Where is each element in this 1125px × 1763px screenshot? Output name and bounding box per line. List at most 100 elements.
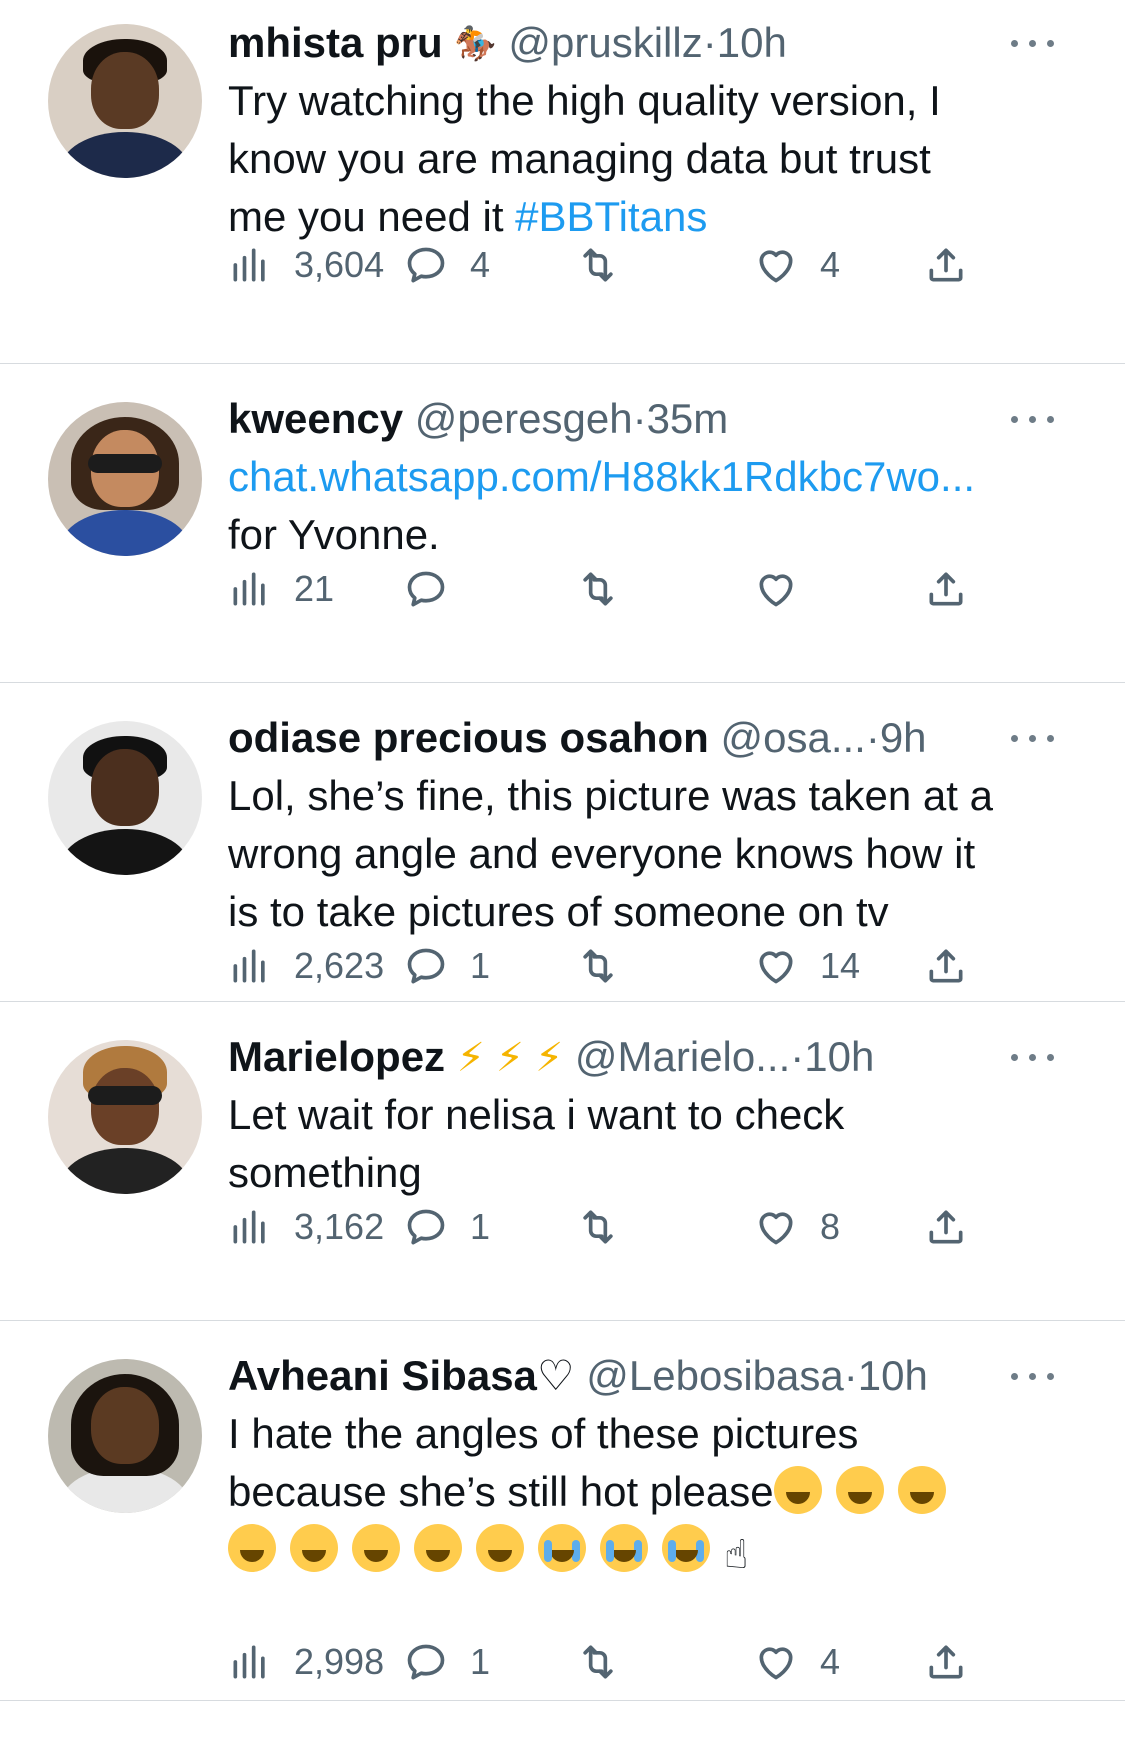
more-dots-icon[interactable] [1009,723,1057,753]
more-dots-icon[interactable] [1009,1361,1057,1391]
pointing-up-emoji: ☝ [724,1533,749,1577]
share-button[interactable] [924,1202,968,1252]
lightning-emoji: ⚡ ⚡ ⚡ [456,1036,564,1080]
more-dots-icon[interactable] [1009,28,1057,58]
like-count: 8 [820,1206,841,1247]
share-button[interactable] [924,941,968,991]
speech-bubble-icon [407,1209,445,1245]
share-button[interactable] [924,564,968,614]
tweet-text: I hate the angles of these pictures beca… [228,1405,1085,1584]
display-name[interactable]: mhista pru [228,19,443,66]
views-button[interactable]: 3,162 [228,1202,384,1252]
separator: · [632,395,647,442]
retweet-button[interactable] [576,1202,642,1252]
like-button[interactable]: 4 [754,1637,840,1687]
tweet-header: Avheani Sibasa♡ @Lebosibasa·10h [228,1347,1085,1405]
reply-button[interactable] [404,564,470,614]
hashtag-link[interactable]: #BBTitans [515,193,707,240]
tweet-actions: 3,604 4 4 [228,240,1088,290]
timestamp[interactable]: 10h [858,1352,928,1399]
username[interactable]: @Lebosibasa [586,1352,843,1399]
username[interactable]: @osa... [720,714,865,761]
like-button[interactable] [754,564,820,614]
timestamp[interactable]: 9h [880,714,927,761]
tweet-body: mhista pru 🏇 @pruskillz·10h Try watching… [228,14,1085,246]
laughing-tears-emoji [897,1466,946,1514]
tweet-actions: 21 [228,564,1088,614]
display-name[interactable]: Avheani Sibasa [228,1352,537,1399]
tweet-text: Try watching the high quality version, I… [228,72,1085,246]
retweet-button[interactable] [576,240,642,290]
horse-racing-emoji: 🏇 [454,25,497,63]
heart-emoji: ♡ [536,1352,575,1399]
reply-count: 1 [470,1206,491,1247]
display-name[interactable]: kweency [228,395,403,442]
bar-chart-icon [233,1210,265,1244]
url-link[interactable]: chat.whatsapp.com/H88kk1Rdkbc7wo... [228,453,975,500]
bar-chart-icon [233,248,265,282]
retweet-icon [583,248,613,282]
reply-button[interactable]: 1 [404,1637,490,1687]
tweet[interactable]: odiase precious osahon @osa...·9h Lol, s… [0,683,1125,1002]
tweet[interactable]: kweency @peresgeh·35m chat.whatsapp.com/… [0,364,1125,683]
retweet-button[interactable] [576,1637,642,1687]
views-button[interactable]: 2,998 [228,1637,384,1687]
bar-chart-icon [233,572,265,606]
tweet-feed: mhista pru 🏇 @pruskillz·10h Try watching… [0,0,1125,1701]
rofl-emoji [228,1524,276,1572]
username[interactable]: @peresgeh [415,395,633,442]
views-count: 3,604 [294,244,385,285]
tweet-body: odiase precious osahon @osa...·9h Lol, s… [228,709,1085,941]
retweet-button[interactable] [576,564,642,614]
share-button[interactable] [924,240,968,290]
avatar[interactable] [48,721,202,875]
tweet-header: odiase precious osahon @osa...·9h [228,709,1085,767]
heart-icon [759,951,793,984]
views-count: 2,623 [294,945,385,986]
crying-emoji [538,1524,586,1572]
views-button[interactable]: 21 [228,564,334,614]
tweet-header: kweency @peresgeh·35m [228,390,1085,448]
username[interactable]: @Marielo... [575,1033,790,1080]
username[interactable]: @pruskillz [508,19,702,66]
views-count: 3,162 [294,1206,385,1247]
tweet[interactable]: mhista pru 🏇 @pruskillz·10h Try watching… [0,0,1125,364]
share-button[interactable] [924,1637,968,1687]
views-button[interactable]: 3,604 [228,240,384,290]
crying-emoji [600,1524,648,1572]
display-name[interactable]: Marielopez [228,1033,445,1080]
speech-bubble-icon [407,948,445,984]
avatar[interactable] [48,1040,202,1194]
timestamp[interactable]: 35m [647,395,729,442]
avatar[interactable] [48,402,202,556]
heart-icon [759,1647,793,1680]
like-button[interactable]: 4 [754,240,840,290]
timestamp[interactable]: 10h [804,1033,874,1080]
reply-button[interactable]: 1 [404,1202,490,1252]
avatar[interactable] [48,1359,202,1513]
rofl-emoji [414,1524,462,1572]
speech-bubble-icon [407,247,445,283]
reply-button[interactable]: 1 [404,941,490,991]
display-name[interactable]: odiase precious osahon [228,714,709,761]
heart-icon [759,250,793,283]
tweet[interactable]: Marielopez ⚡ ⚡ ⚡ @Marielo...·10h Let wai… [0,1002,1125,1321]
retweet-button[interactable] [576,941,642,991]
more-dots-icon[interactable] [1009,1042,1057,1072]
more-dots-icon[interactable] [1009,404,1057,434]
retweet-icon [583,949,613,983]
like-button[interactable]: 14 [754,941,860,991]
reply-count: 1 [470,945,491,986]
like-button[interactable]: 8 [754,1202,840,1252]
tweet-header: mhista pru 🏇 @pruskillz·10h [228,14,1085,72]
reply-button[interactable]: 4 [404,240,490,290]
tweet-body: kweency @peresgeh·35m chat.whatsapp.com/… [228,390,1085,564]
views-count: 2,998 [294,1641,385,1682]
timestamp[interactable]: 10h [717,19,787,66]
views-button[interactable]: 2,623 [228,941,384,991]
tweet[interactable]: Avheani Sibasa♡ @Lebosibasa·10h I hate t… [0,1321,1125,1701]
avatar[interactable] [48,24,202,178]
like-count: 14 [820,945,861,986]
separator: · [790,1033,805,1080]
heart-icon [759,1212,793,1245]
